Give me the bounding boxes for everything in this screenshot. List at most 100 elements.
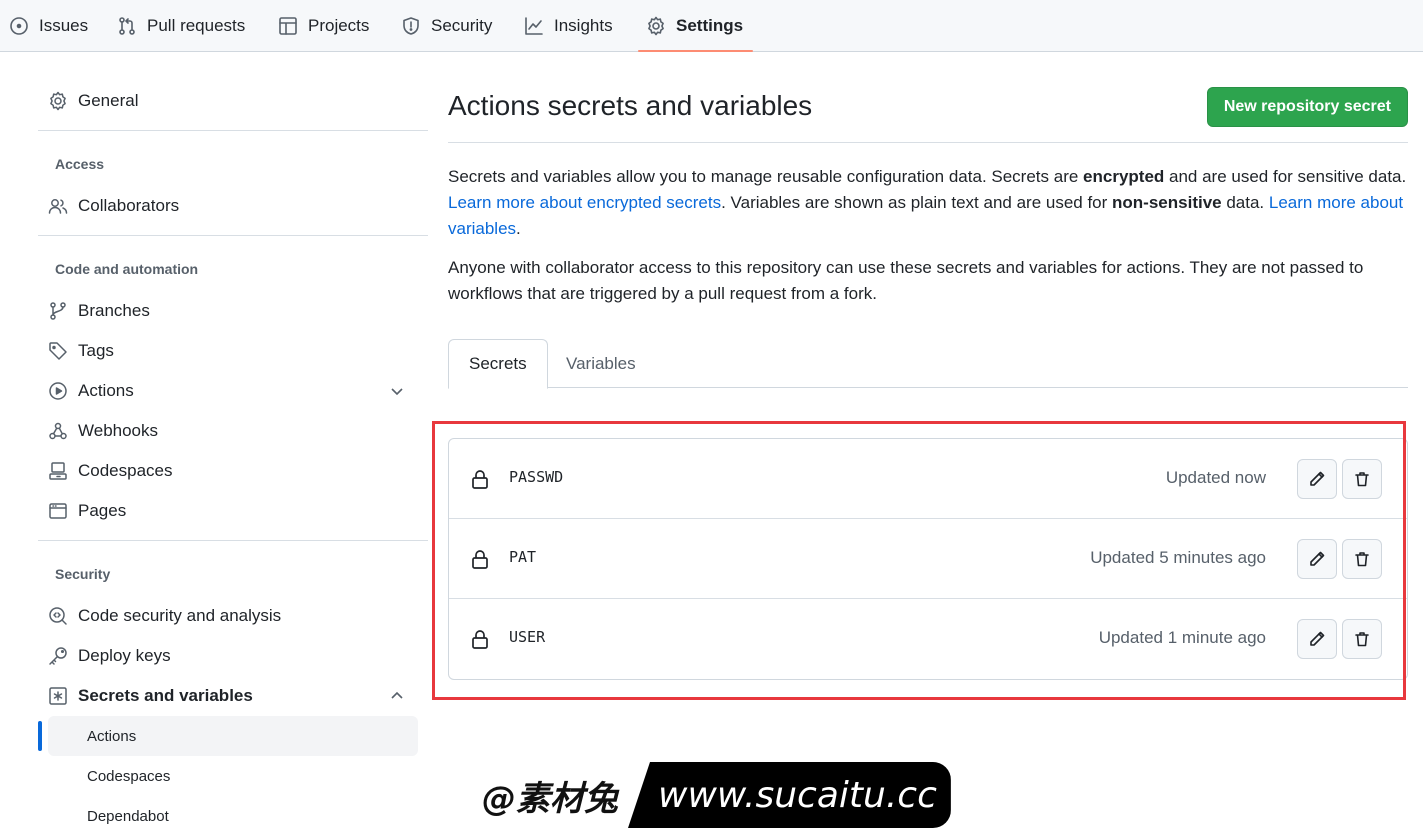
sidebar-heading-code-automation: Code and automation xyxy=(55,261,199,277)
secret-row: PASSWD Updated now xyxy=(449,439,1407,519)
edit-secret-button[interactable] xyxy=(1297,619,1337,659)
sidebar-item-webhooks[interactable]: Webhooks xyxy=(48,413,418,449)
secrets-variables-tabs: Secrets Variables xyxy=(448,339,1408,389)
watermark-url: www.sucaitu.cc xyxy=(628,762,951,828)
graph-icon xyxy=(525,17,543,35)
page-title: Actions secrets and variables xyxy=(448,90,813,121)
tab-variables[interactable]: Variables xyxy=(546,339,656,388)
delete-secret-button[interactable] xyxy=(1342,619,1382,659)
watermark-brand: @素材兔 xyxy=(482,778,618,819)
sidebar-heading-access: Access xyxy=(55,156,105,172)
trash-icon xyxy=(1355,632,1369,647)
sidebar-item-label: Branches xyxy=(78,301,150,320)
secret-updated: Updated 1 minute ago xyxy=(1098,628,1266,647)
sidebar-item-label: Webhooks xyxy=(78,421,159,440)
sidebar-item-branches[interactable]: Branches xyxy=(48,293,418,329)
edit-secret-button[interactable] xyxy=(1297,539,1337,579)
pencil-icon xyxy=(1310,631,1325,646)
sidebar-item-label: Tags xyxy=(78,341,114,360)
title-divider xyxy=(448,142,1408,143)
sidebar-item-secrets-variables[interactable]: Secrets and variables xyxy=(48,678,418,714)
codescan-icon xyxy=(49,607,67,625)
description-secrets: Secrets and variables allow you to manag… xyxy=(448,167,1407,238)
description-access: Anyone with collaborator access to this … xyxy=(448,258,1364,303)
nav-tab-pull-requests[interactable]: Pull requests xyxy=(117,0,245,52)
chevron-up-icon[interactable] xyxy=(388,687,406,705)
repo-nav: Issues Pull requests Projects Security I… xyxy=(0,0,1423,52)
lock-icon xyxy=(472,550,488,569)
pencil-icon xyxy=(1310,471,1325,486)
play-icon xyxy=(49,382,67,400)
trash-icon xyxy=(1355,472,1369,487)
edit-secret-button[interactable] xyxy=(1297,459,1337,499)
sidebar-item-deploy-keys[interactable]: Deploy keys xyxy=(48,638,418,674)
sidebar-item-collaborators[interactable]: Collaborators xyxy=(48,188,418,224)
tab-secrets[interactable]: Secrets xyxy=(448,339,548,389)
secret-name: USER xyxy=(509,628,546,646)
gear-icon xyxy=(50,91,66,111)
browser-icon xyxy=(49,503,67,519)
issue-opened-icon xyxy=(10,17,28,35)
sidebar-divider xyxy=(38,235,428,236)
secret-updated: Updated 5 minutes ago xyxy=(1090,548,1266,567)
nav-tab-label: Issues xyxy=(39,16,89,35)
learn-more-secrets-link[interactable]: Learn more about encrypted secrets xyxy=(448,193,721,212)
secret-row: USER Updated 1 minute ago xyxy=(449,599,1407,679)
git-pull-request-icon xyxy=(119,17,135,35)
sidebar-heading-security: Security xyxy=(55,566,111,582)
secret-row: PAT Updated 5 minutes ago xyxy=(449,519,1407,599)
secret-updated: Updated now xyxy=(1165,468,1266,487)
nav-tab-label: Settings xyxy=(676,16,744,35)
nav-tab-label: Security xyxy=(431,16,493,35)
delete-secret-button[interactable] xyxy=(1342,459,1382,499)
sidebar-subitem-codespaces[interactable]: Codespaces xyxy=(48,756,418,796)
gear-icon xyxy=(648,16,664,36)
delete-secret-button[interactable] xyxy=(1342,539,1382,579)
shield-icon xyxy=(403,17,419,35)
nav-tab-projects[interactable]: Projects xyxy=(278,0,369,52)
sidebar-item-actions[interactable]: Actions xyxy=(48,373,418,409)
sidebar-item-pages[interactable]: Pages xyxy=(48,493,418,529)
sidebar-item-general[interactable]: General xyxy=(48,83,418,119)
sidebar-item-label: Secrets and variables xyxy=(78,686,253,705)
codespaces-icon xyxy=(49,462,67,480)
sidebar-divider xyxy=(38,540,428,541)
key-icon xyxy=(49,647,67,665)
secrets-list: PASSWD Updated now PAT Updated 5 minutes… xyxy=(448,438,1408,680)
sidebar-subitem-actions[interactable]: Actions xyxy=(48,716,418,756)
people-icon xyxy=(48,199,68,214)
trash-icon xyxy=(1355,552,1369,567)
sidebar-item-label: Codespaces xyxy=(78,461,173,480)
secret-name: PAT xyxy=(509,548,537,566)
table-icon xyxy=(279,17,297,35)
nav-tab-settings[interactable]: Settings xyxy=(637,0,754,52)
active-indicator xyxy=(38,721,42,751)
pencil-icon xyxy=(1310,551,1325,566)
sidebar-divider xyxy=(38,130,428,131)
tag-icon xyxy=(49,342,67,360)
sidebar-item-label: Deploy keys xyxy=(78,646,171,665)
nav-tab-security[interactable]: Security xyxy=(401,0,492,52)
webhook-icon xyxy=(49,422,67,440)
git-branch-icon xyxy=(50,302,66,320)
sidebar-item-label: Code security and analysis xyxy=(78,606,282,625)
nav-tab-label: Insights xyxy=(554,16,613,35)
new-repository-secret-button[interactable]: New repository secret xyxy=(1206,87,1408,127)
sidebar-item-code-security[interactable]: Code security and analysis xyxy=(48,598,418,634)
sidebar-item-label: Collaborators xyxy=(78,196,180,215)
sidebar-subitem-dependabot[interactable]: Dependabot xyxy=(48,796,418,836)
secret-name: PASSWD xyxy=(509,468,564,486)
key-asterisk-icon xyxy=(49,687,67,705)
sidebar-item-label: Actions xyxy=(78,381,134,400)
lock-icon xyxy=(472,630,488,649)
nav-tab-issues[interactable]: Issues xyxy=(9,0,88,52)
sidebar-item-label: Pages xyxy=(78,501,127,520)
sidebar-item-tags[interactable]: Tags xyxy=(48,333,418,369)
watermark: @素材兔 www.sucaitu.cc xyxy=(476,762,951,828)
nav-tab-label: Projects xyxy=(308,16,370,35)
sidebar-item-codespaces[interactable]: Codespaces xyxy=(48,453,418,489)
lock-icon xyxy=(472,470,488,489)
chevron-down-icon[interactable] xyxy=(388,382,406,400)
nav-tab-label: Pull requests xyxy=(147,16,246,35)
nav-tab-insights[interactable]: Insights xyxy=(524,0,613,52)
